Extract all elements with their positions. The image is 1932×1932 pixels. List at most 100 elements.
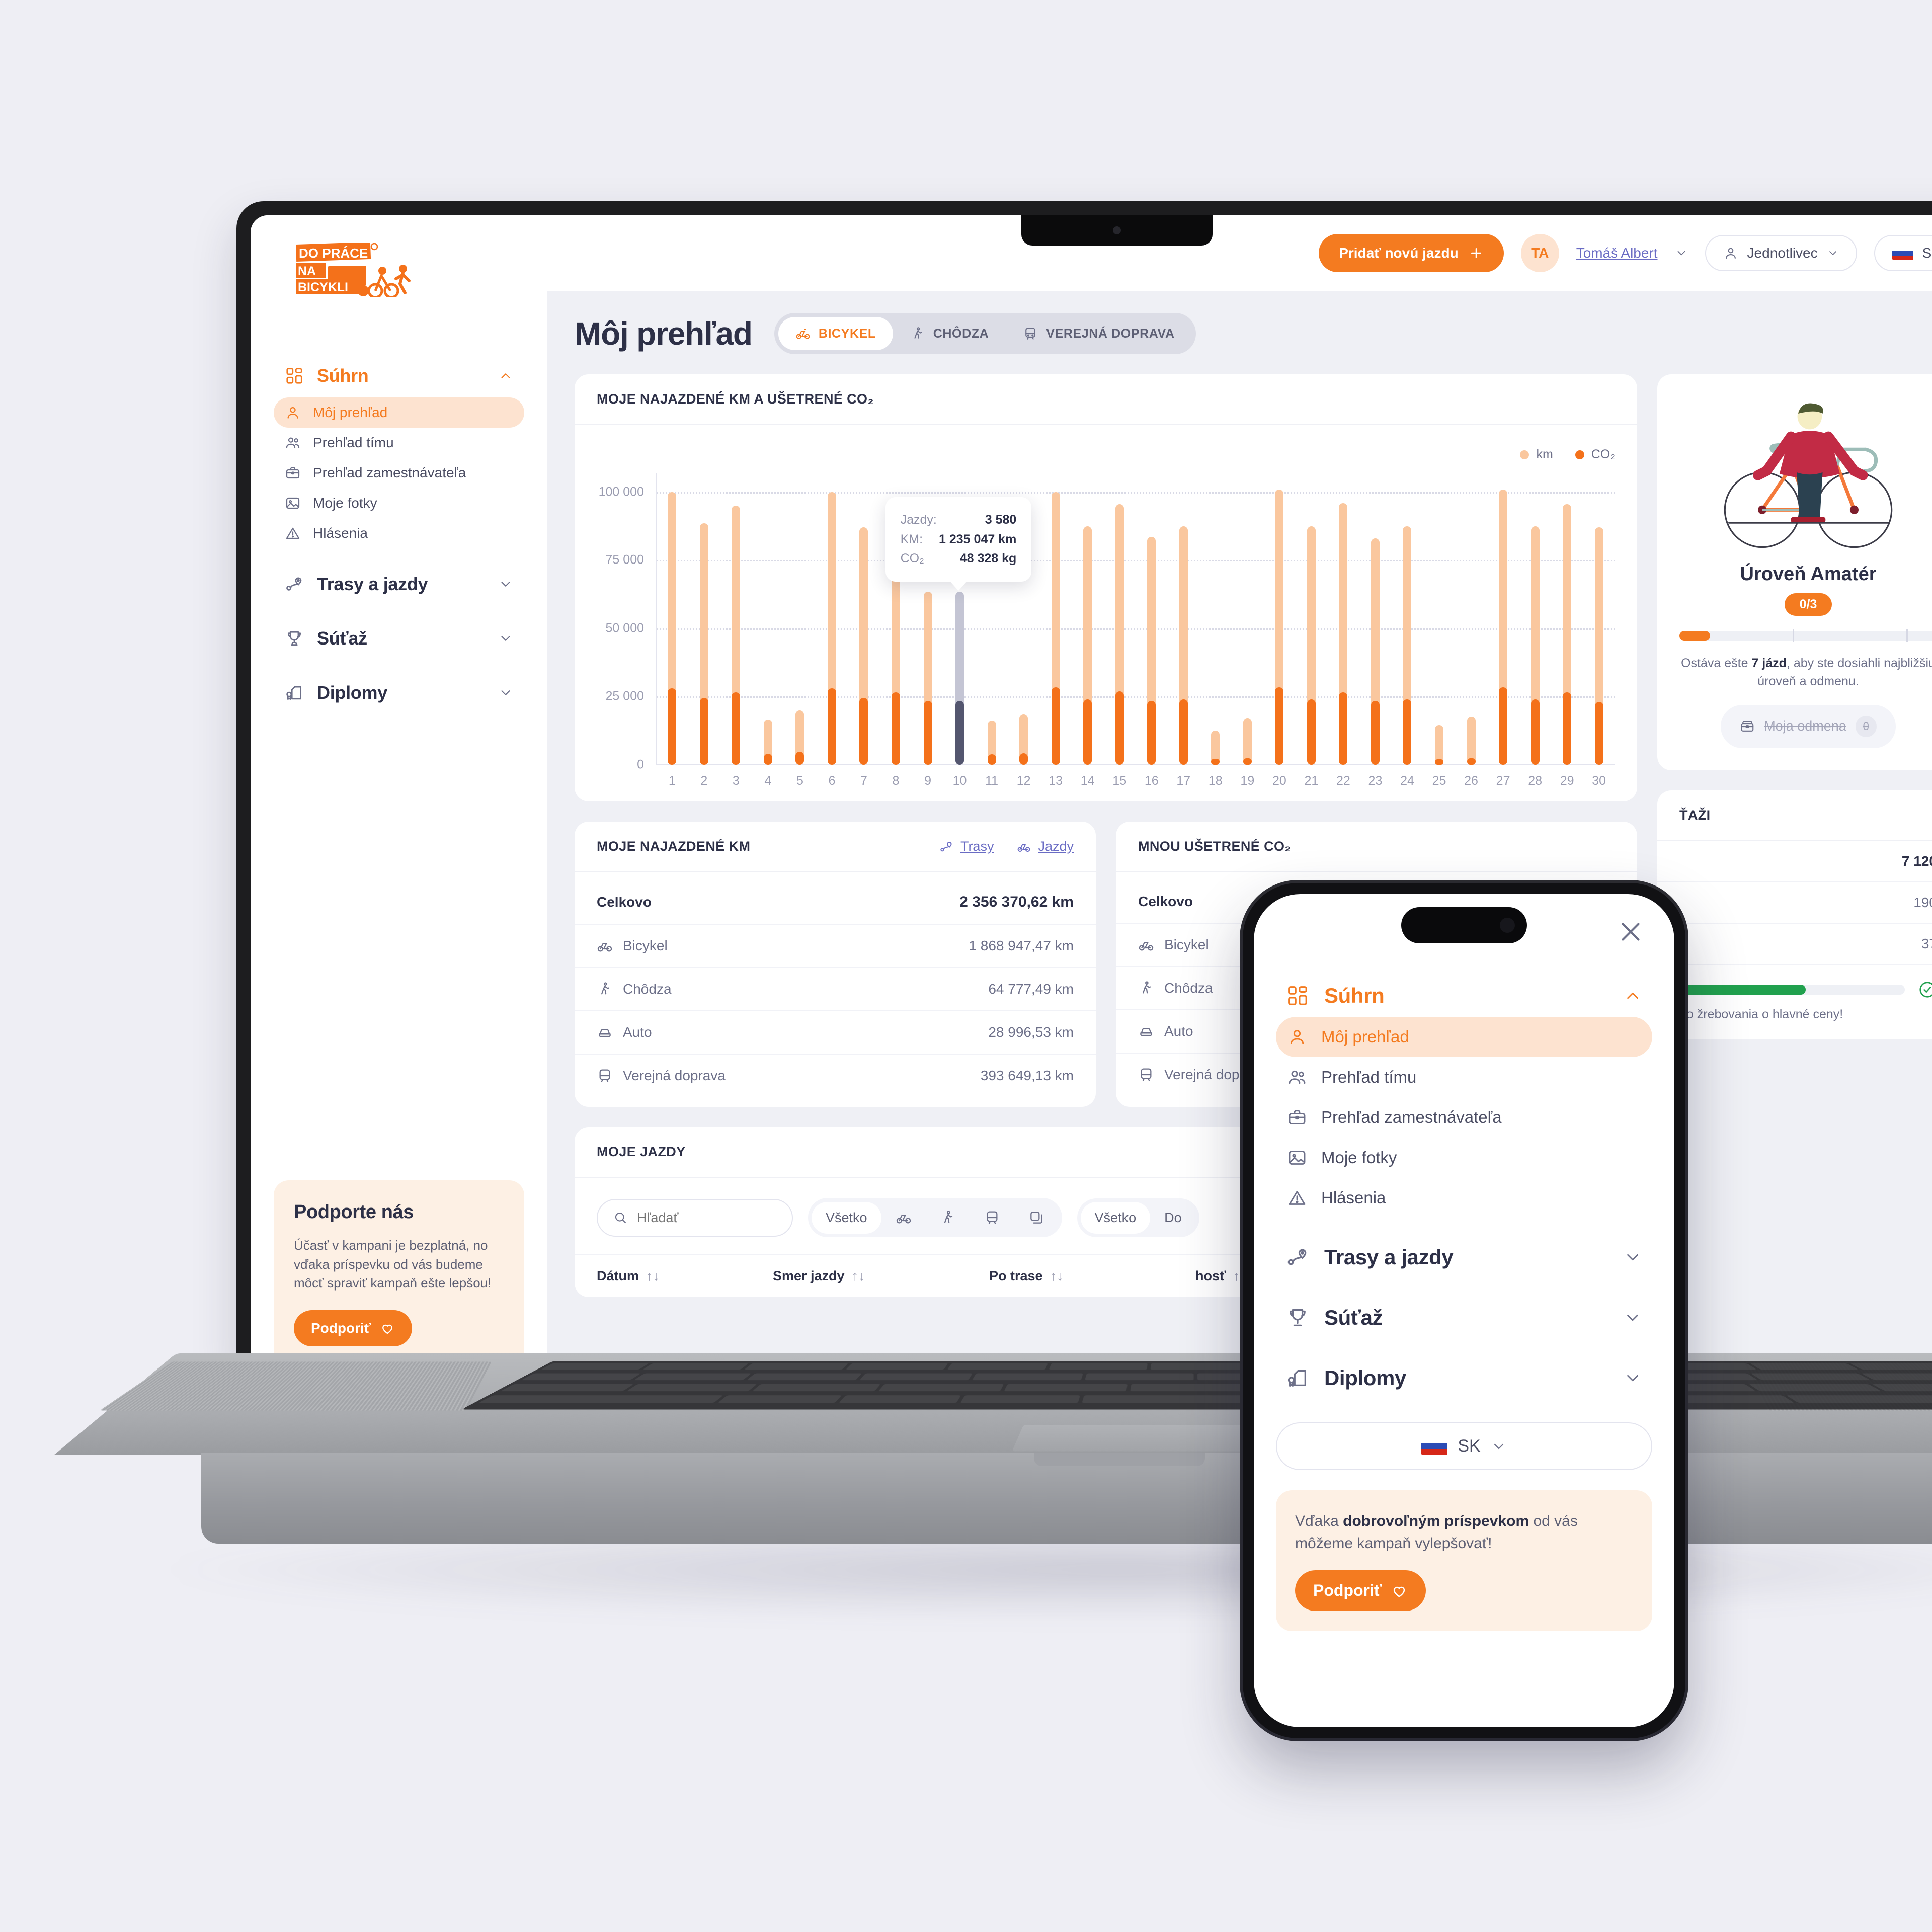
- chart-bar-column[interactable]: [1039, 473, 1072, 765]
- sidebar-group-trasy-a-jazdy[interactable]: Trasy a jazdy: [274, 566, 524, 603]
- role-select[interactable]: Jednotlivec: [1705, 235, 1857, 271]
- close-icon[interactable]: [1615, 916, 1646, 947]
- chart-bar[interactable]: [1594, 527, 1603, 765]
- phone-item-moj-prehlad[interactable]: Môj prehľad: [1276, 1017, 1652, 1057]
- chart-bar[interactable]: [1563, 504, 1572, 765]
- chart-bar-column[interactable]: [1583, 473, 1615, 765]
- chart-bar[interactable]: [987, 721, 996, 765]
- chart-bar[interactable]: [1531, 526, 1540, 765]
- chart-bar[interactable]: [1019, 714, 1028, 765]
- chart-bar[interactable]: [1211, 731, 1220, 765]
- chart-bar[interactable]: [1307, 526, 1316, 765]
- sidebar-item-hlasenia[interactable]: Hlásenia: [274, 518, 524, 548]
- brand-logo[interactable]: DO PRÁCE NA BICYKLI: [251, 235, 547, 297]
- chart-bar-column[interactable]: [1263, 473, 1296, 765]
- chart-bar-column[interactable]: [752, 473, 784, 765]
- chart-bar-column[interactable]: [720, 473, 752, 765]
- sidebar-group-diplomy[interactable]: Diplomy: [274, 674, 524, 711]
- language-select[interactable]: SK: [1874, 235, 1932, 271]
- chart-bar[interactable]: [1499, 489, 1508, 765]
- chart-bar[interactable]: [1243, 718, 1252, 765]
- chart-bar[interactable]: [1051, 492, 1060, 765]
- chart-bar[interactable]: [1147, 537, 1156, 765]
- chart-bar-column[interactable]: [1072, 473, 1104, 765]
- phone-item-hlasenia[interactable]: Hlásenia: [1276, 1178, 1652, 1218]
- avatar[interactable]: TA: [1520, 234, 1559, 272]
- chart-bar[interactable]: [1435, 725, 1444, 765]
- sidebar-item-prehlad-timu[interactable]: Prehľad tímu: [274, 428, 524, 458]
- tab-bicykel[interactable]: BICYKEL: [778, 317, 893, 350]
- chart-bar-column[interactable]: [1296, 473, 1328, 765]
- chart-bar[interactable]: [827, 492, 836, 765]
- chip-multi[interactable]: [1014, 1201, 1059, 1234]
- sidebar-group-suhrn[interactable]: Súhrn: [274, 357, 524, 394]
- phone-language-select[interactable]: SK: [1276, 1422, 1652, 1470]
- chart-bar[interactable]: [763, 719, 772, 765]
- chart-bar[interactable]: [955, 591, 964, 765]
- chart-bar[interactable]: [1275, 489, 1284, 765]
- chart-bar-column[interactable]: [1327, 473, 1359, 765]
- chart-bar[interactable]: [1467, 717, 1476, 765]
- km-card-link-trasy[interactable]: Trasy: [939, 839, 994, 854]
- phone-item-moje-fotky[interactable]: Moje fotky: [1276, 1138, 1652, 1178]
- chip-bus[interactable]: [970, 1201, 1014, 1234]
- chart-bar-column[interactable]: [1103, 473, 1136, 765]
- chart-bar[interactable]: [1339, 503, 1348, 765]
- chart-bar-column[interactable]: [656, 473, 688, 765]
- sidebar-item-prehlad-zamestnavatela[interactable]: Prehľad zamestnávateľa: [274, 458, 524, 488]
- chart-bar-column[interactable]: [1455, 473, 1487, 765]
- chip-vsetko-mode[interactable]: Všetko: [812, 1201, 881, 1234]
- chart-bar-column[interactable]: [688, 473, 720, 765]
- chart-bar-column[interactable]: [1199, 473, 1232, 765]
- add-ride-button[interactable]: Pridať novú jazdu: [1319, 234, 1504, 272]
- chart-bar-column[interactable]: [1487, 473, 1519, 765]
- chart-bar-column[interactable]: [1168, 473, 1200, 765]
- search-box[interactable]: [597, 1198, 793, 1237]
- phone-group-trasy-a-jazdy[interactable]: Trasy a jazdy: [1276, 1236, 1652, 1278]
- tab-verejna-doprava[interactable]: VEREJNÁ DOPRAVA: [1006, 317, 1191, 350]
- chart-bar-column[interactable]: [816, 473, 848, 765]
- chart-bar[interactable]: [1115, 504, 1124, 765]
- chart-bar-column[interactable]: [1232, 473, 1264, 765]
- chart-bar-column[interactable]: [1359, 473, 1392, 765]
- sidebar-item-moj-prehlad[interactable]: Môj prehľad: [274, 397, 524, 428]
- chart-bar[interactable]: [859, 527, 868, 765]
- km-card-link-jazdy[interactable]: Jazdy: [1017, 839, 1074, 854]
- user-name[interactable]: Tomáš Albert: [1576, 245, 1658, 261]
- chart-bar-column[interactable]: [848, 473, 880, 765]
- chart-bar-column[interactable]: [1423, 473, 1456, 765]
- chip-bike[interactable]: [881, 1201, 926, 1234]
- phone-group-suhrn[interactable]: Súhrn: [1276, 975, 1652, 1017]
- chevron-down-icon[interactable]: [1675, 247, 1688, 260]
- search-input[interactable]: [637, 1210, 777, 1226]
- support-button[interactable]: Podporiť: [294, 1310, 413, 1346]
- sidebar-item-moje-fotky[interactable]: Moje fotky: [274, 488, 524, 518]
- chart-bar-column[interactable]: [1136, 473, 1168, 765]
- sidebar-group-sutaz[interactable]: Súťaž: [274, 620, 524, 657]
- phone-item-prehlad-timu[interactable]: Prehľad tímu: [1276, 1057, 1652, 1097]
- chart-bar[interactable]: [1403, 526, 1412, 765]
- chip-walk[interactable]: [926, 1201, 970, 1234]
- chart-bar-column[interactable]: [1391, 473, 1423, 765]
- chip-do[interactable]: Do: [1150, 1202, 1196, 1234]
- chart-bar-column[interactable]: [1551, 473, 1583, 765]
- phone-group-diplomy[interactable]: Diplomy: [1276, 1357, 1652, 1399]
- chart-bar[interactable]: [1371, 538, 1380, 765]
- column-smer-jazdy[interactable]: Smer jazdy ↑↓: [773, 1268, 984, 1284]
- chart-bar-column[interactable]: [784, 473, 816, 765]
- tab-chodza[interactable]: CHÔDZA: [893, 317, 1006, 350]
- phone-support-button[interactable]: Podporiť: [1295, 1570, 1426, 1611]
- chart-bar[interactable]: [795, 710, 804, 765]
- column-po-trase[interactable]: Po trase ↑↓: [989, 1268, 1190, 1284]
- column-datum[interactable]: Dátum ↑↓: [597, 1268, 768, 1284]
- phone-item-prehlad-zamestnavatela[interactable]: Prehľad zamestnávateľa: [1276, 1097, 1652, 1138]
- chart-bar[interactable]: [923, 591, 932, 765]
- chart-bar-column[interactable]: [1519, 473, 1551, 765]
- chip-vsetko-dir[interactable]: Všetko: [1080, 1201, 1151, 1234]
- chart-bar[interactable]: [699, 523, 708, 765]
- chart-bar[interactable]: [1083, 526, 1092, 765]
- phone-group-sutaz[interactable]: Súťaž: [1276, 1297, 1652, 1339]
- reward-button[interactable]: Moja odmena 0: [1721, 704, 1896, 748]
- chart-bar[interactable]: [732, 506, 741, 765]
- chart-bar[interactable]: [1179, 526, 1188, 765]
